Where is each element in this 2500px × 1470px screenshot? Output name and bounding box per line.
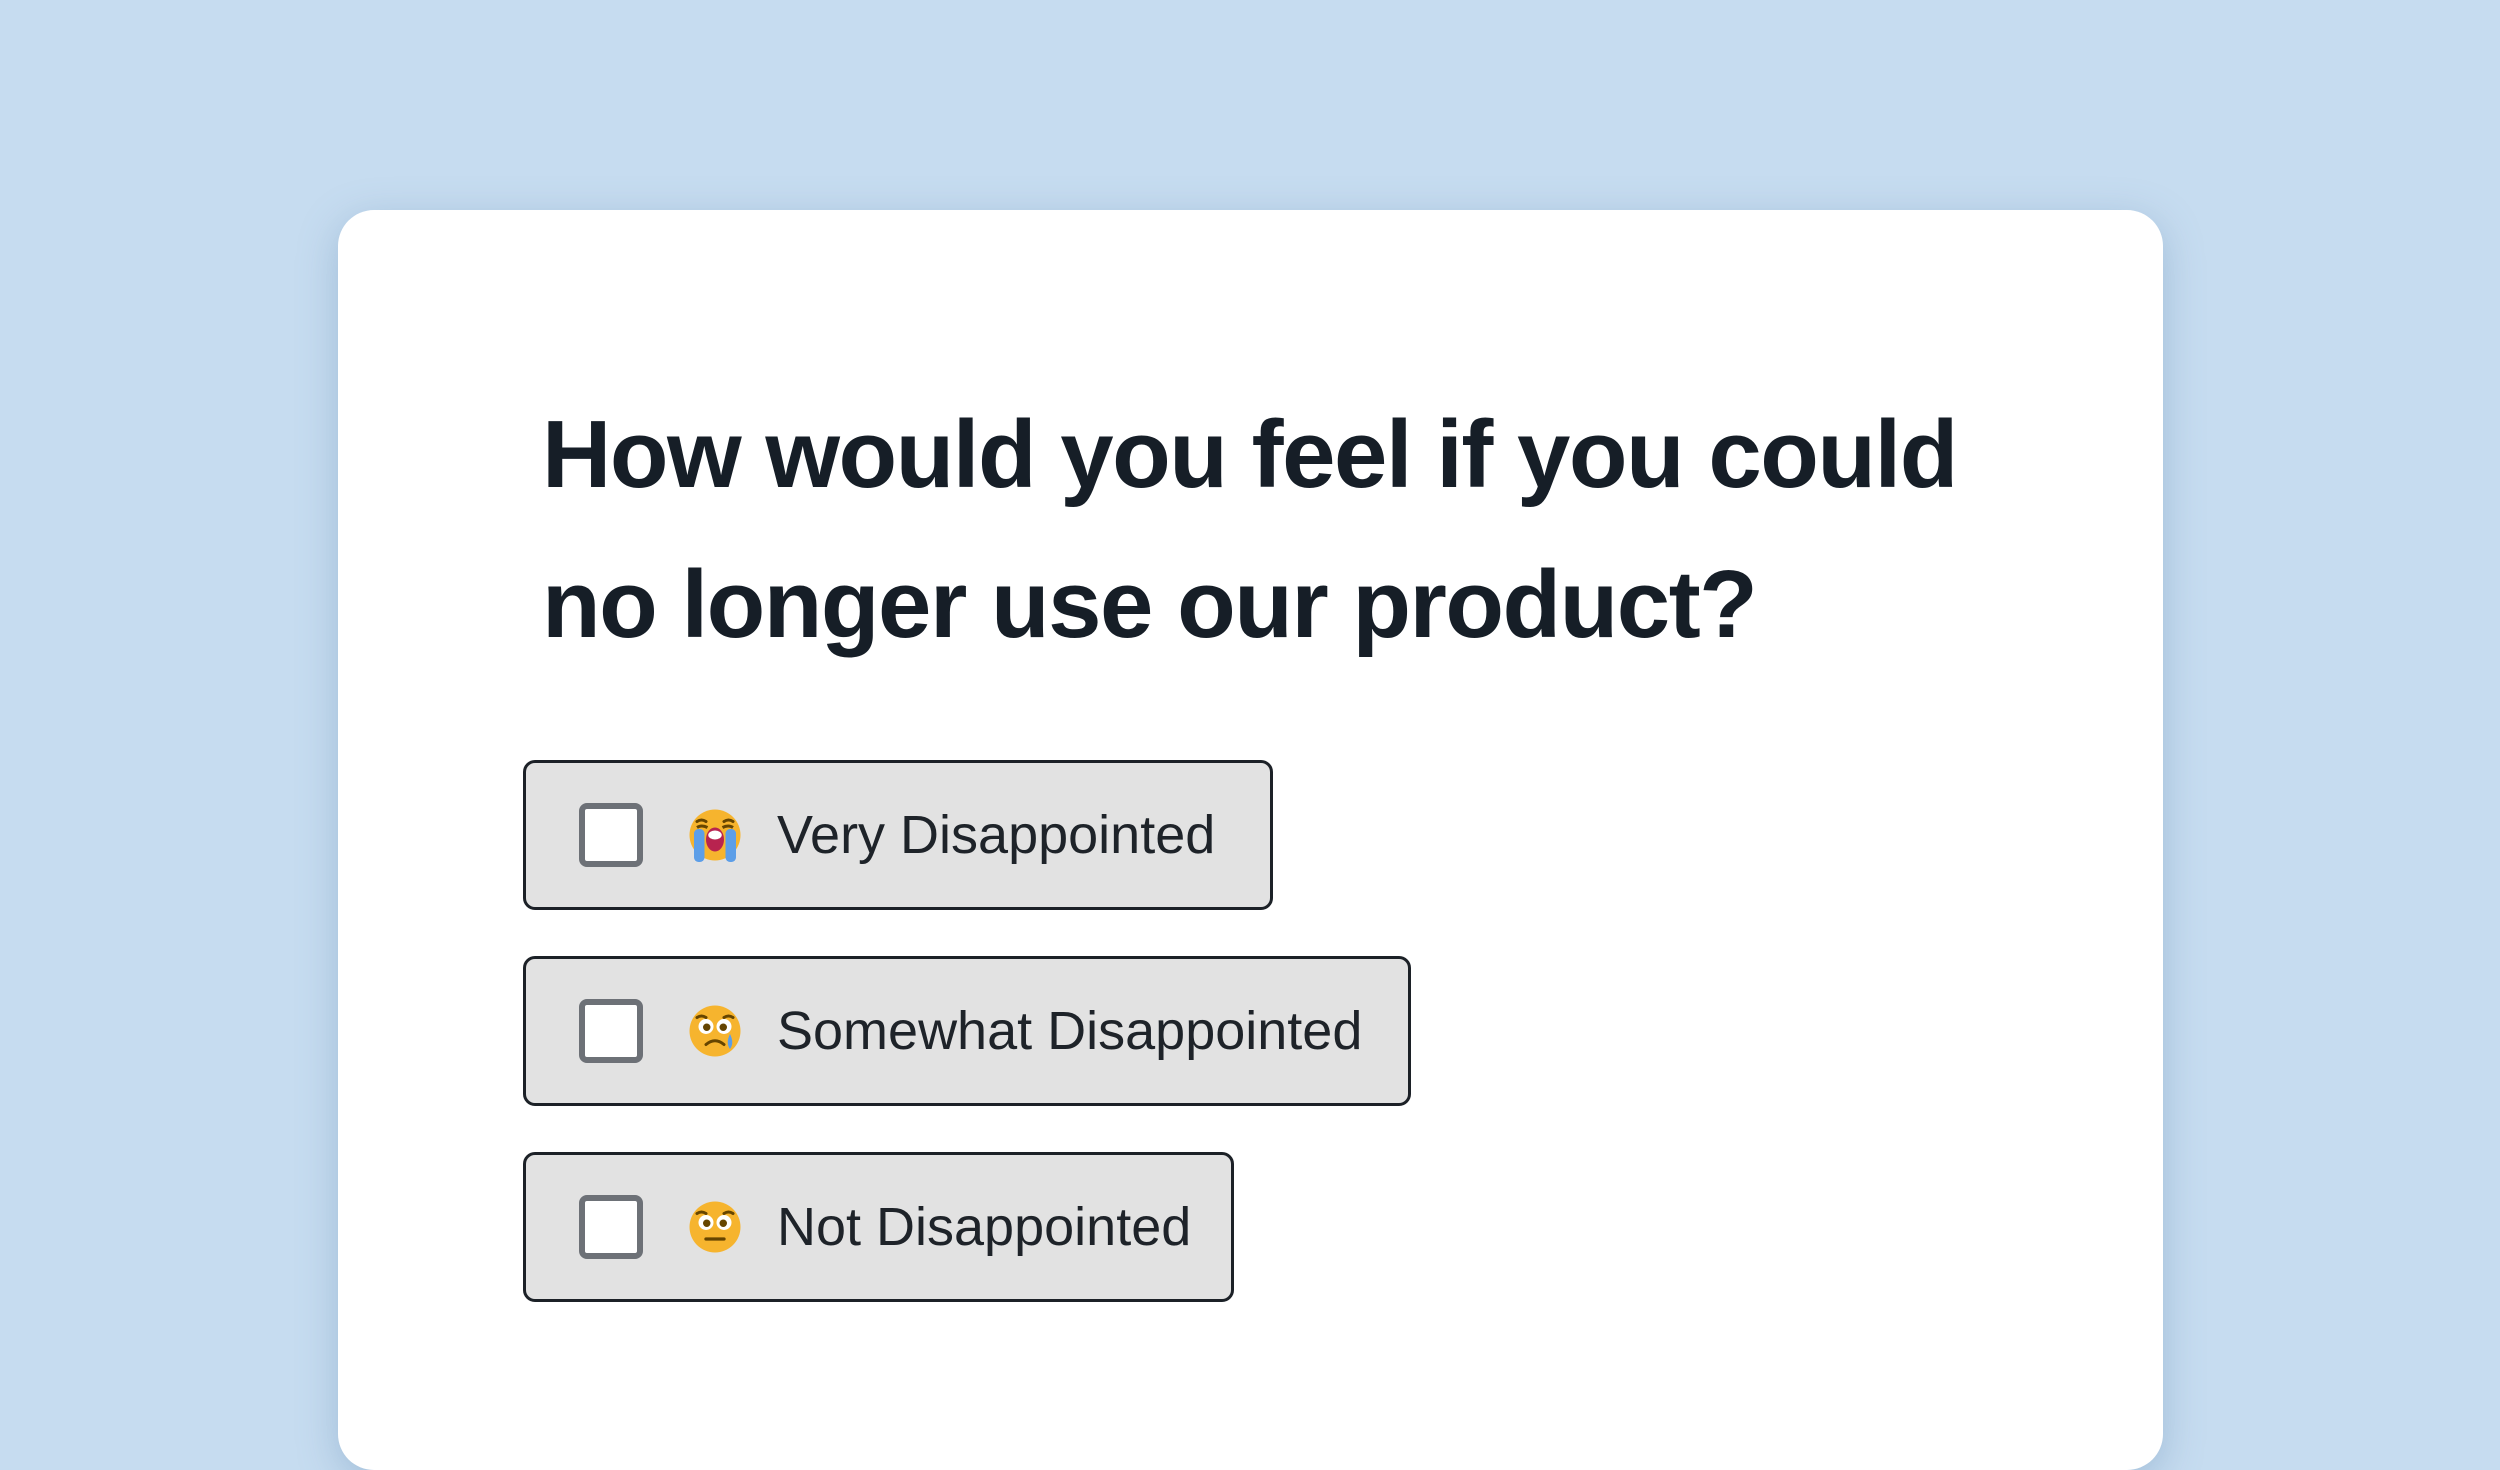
option-very-disappointed[interactable]: Very Disappointed — [523, 760, 1273, 910]
checkbox[interactable] — [579, 999, 643, 1063]
option-label: Very Disappointed — [777, 805, 1216, 865]
checkbox[interactable] — [579, 1195, 643, 1259]
option-label: Not Disappointed — [777, 1197, 1192, 1257]
neutral-face-icon — [689, 1201, 741, 1253]
survey-card: How would you feel if you could no longe… — [338, 210, 2163, 1470]
checkbox[interactable] — [579, 803, 643, 867]
option-not-disappointed[interactable]: Not Disappointed — [523, 1152, 1234, 1302]
loudly-crying-face-icon — [689, 809, 741, 862]
survey-question: How would you feel if you could no longe… — [542, 401, 1958, 658]
option-somewhat-disappointed[interactable]: Somewhat Disappointed — [523, 956, 1411, 1106]
option-label: Somewhat Disappointed — [777, 1001, 1363, 1061]
crying-face-icon — [689, 1005, 741, 1057]
